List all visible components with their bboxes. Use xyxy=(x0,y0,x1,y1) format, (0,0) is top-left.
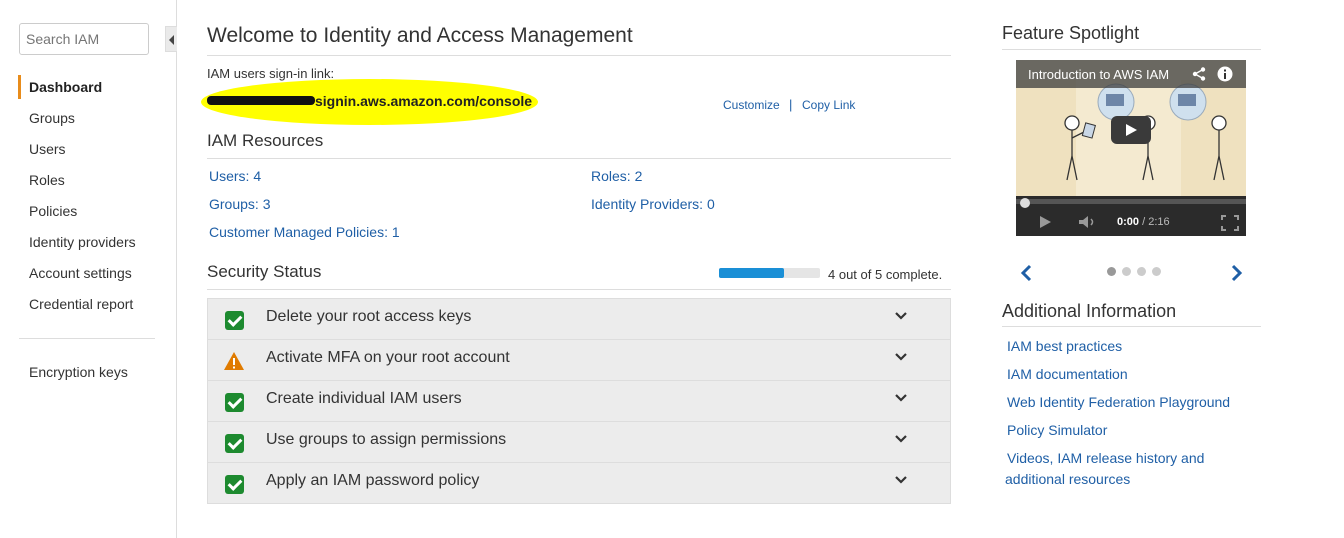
security-status-panel: Delete your root access keys Activate MF… xyxy=(207,298,951,504)
video-player[interactable]: Introduction to AWS IAM 0:00 / 2:16 xyxy=(1016,60,1246,236)
page-title: Welcome to Identity and Access Managemen… xyxy=(207,24,633,47)
carousel-dot[interactable] xyxy=(1122,267,1131,276)
carousel-next-icon[interactable] xyxy=(1230,264,1244,282)
sidebar-item-account-settings[interactable]: Account settings xyxy=(29,265,132,281)
link-iam-best-practices[interactable]: IAM best practices xyxy=(1007,338,1122,354)
security-item-delete-root-keys[interactable]: Delete your root access keys xyxy=(208,299,950,340)
security-progress-fill xyxy=(719,268,784,278)
signin-label: IAM users sign-in link: xyxy=(207,66,335,81)
video-duration: / 2:16 xyxy=(1142,216,1170,228)
resource-identity-providers-link[interactable]: Identity Providers: 0 xyxy=(591,196,715,212)
spotlight-divider xyxy=(1002,49,1261,50)
link-separator: | xyxy=(789,97,793,112)
chevron-down-icon[interactable] xyxy=(895,433,907,445)
info-icon[interactable] xyxy=(1217,66,1233,82)
signin-link[interactable]: signin.aws.amazon.com/console xyxy=(315,93,532,109)
carousel-dot[interactable] xyxy=(1137,267,1146,276)
customize-link[interactable]: Customize xyxy=(723,98,780,112)
copy-link[interactable]: Copy Link xyxy=(802,98,855,112)
check-icon xyxy=(225,475,244,494)
security-item-label: Create individual IAM users xyxy=(266,390,462,407)
chevron-down-icon[interactable] xyxy=(895,392,907,404)
redaction-scribble xyxy=(207,96,315,105)
check-icon xyxy=(225,434,244,453)
spotlight-title: Feature Spotlight xyxy=(1002,23,1140,43)
sidebar-item-roles[interactable]: Roles xyxy=(29,172,65,188)
chevron-down-icon[interactable] xyxy=(895,351,907,363)
scrub-handle-icon[interactable] xyxy=(1019,197,1031,209)
warning-icon xyxy=(224,352,244,370)
carousel-prev-icon[interactable] xyxy=(1019,264,1033,282)
sidebar-item-credential-report[interactable]: Credential report xyxy=(29,296,133,312)
video-scrubber[interactable] xyxy=(1016,199,1246,204)
search-input[interactable] xyxy=(19,23,149,55)
security-item-label: Use groups to assign permissions xyxy=(266,431,507,448)
sidebar-item-encryption-keys[interactable]: Encryption keys xyxy=(29,364,128,380)
sidebar-item-groups[interactable]: Groups xyxy=(29,110,75,126)
security-item-label: Apply an IAM password policy xyxy=(266,472,480,489)
security-progress-bar xyxy=(719,268,820,278)
sidebar-divider xyxy=(19,338,155,339)
active-indicator xyxy=(18,75,21,99)
title-divider xyxy=(207,55,951,56)
video-time: 0:00 / 2:16 xyxy=(1117,216,1170,228)
link-videos-release-history[interactable]: Videos, IAM release history and xyxy=(1007,450,1204,466)
resources-title: IAM Resources xyxy=(207,131,324,150)
sidebar-item-users[interactable]: Users xyxy=(29,141,66,157)
link-iam-documentation[interactable]: IAM documentation xyxy=(1007,366,1128,382)
play-icon[interactable] xyxy=(1038,215,1052,229)
sidebar-item-identity-providers[interactable]: Identity providers xyxy=(29,234,136,250)
check-icon xyxy=(225,393,244,412)
share-icon[interactable] xyxy=(1192,67,1206,81)
security-title: Security Status xyxy=(207,262,322,281)
fullscreen-icon[interactable] xyxy=(1221,215,1239,231)
carousel-dot[interactable] xyxy=(1107,267,1116,276)
resource-customer-managed-policies-link[interactable]: Customer Managed Policies: 1 xyxy=(209,224,400,240)
chevron-down-icon[interactable] xyxy=(895,474,907,486)
security-item-use-groups[interactable]: Use groups to assign permissions xyxy=(208,422,950,463)
security-item-activate-mfa[interactable]: Activate MFA on your root account xyxy=(208,340,950,381)
check-icon xyxy=(225,311,244,330)
resources-divider xyxy=(207,158,951,159)
resource-users-link[interactable]: Users: 4 xyxy=(209,168,261,184)
play-button[interactable] xyxy=(1111,116,1151,144)
resource-groups-link[interactable]: Groups: 3 xyxy=(209,196,270,212)
security-item-password-policy[interactable]: Apply an IAM password policy xyxy=(208,463,950,504)
security-item-label: Activate MFA on your root account xyxy=(266,349,510,366)
link-additional-resources[interactable]: additional resources xyxy=(1005,471,1130,487)
video-current-time: 0:00 xyxy=(1117,216,1140,228)
volume-icon[interactable] xyxy=(1078,215,1098,229)
collapse-sidebar-button[interactable] xyxy=(165,26,177,52)
link-policy-simulator[interactable]: Policy Simulator xyxy=(1007,422,1107,438)
additional-info-divider xyxy=(1002,326,1261,327)
video-title: Introduction to AWS IAM xyxy=(1028,67,1170,82)
security-progress-text: 4 out of 5 complete. xyxy=(828,267,943,282)
signin-link-highlight: signin.aws.amazon.com/console xyxy=(201,79,538,125)
security-divider xyxy=(207,289,951,290)
security-item-create-users[interactable]: Create individual IAM users xyxy=(208,381,950,422)
link-web-identity-playground[interactable]: Web Identity Federation Playground xyxy=(1007,394,1230,410)
security-item-label: Delete your root access keys xyxy=(266,308,472,325)
resource-roles-link[interactable]: Roles: 2 xyxy=(591,168,642,184)
carousel-dot[interactable] xyxy=(1152,267,1161,276)
chevron-down-icon[interactable] xyxy=(895,310,907,322)
sidebar: Dashboard Groups Users Roles Policies Id… xyxy=(0,0,177,538)
sidebar-item-dashboard[interactable]: Dashboard xyxy=(29,79,102,95)
additional-info-title: Additional Information xyxy=(1002,301,1177,321)
sidebar-item-policies[interactable]: Policies xyxy=(29,203,77,219)
